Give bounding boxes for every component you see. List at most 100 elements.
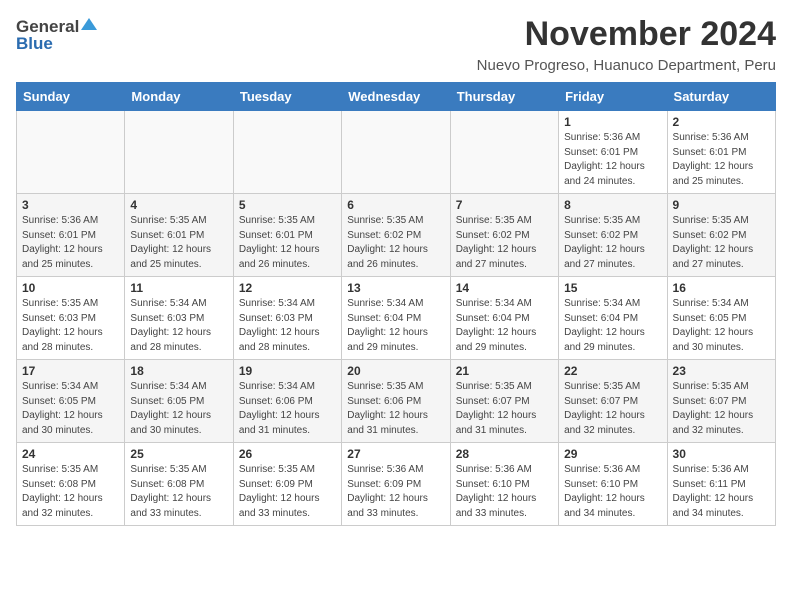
calendar-cell: 17 Sunrise: 5:34 AM Sunset: 6:05 PM Dayli… bbox=[17, 360, 125, 443]
page-header: General Blue November 2024 Nuevo Progres… bbox=[16, 16, 776, 74]
day-info: Sunrise: 5:36 AM Sunset: 6:10 PM Dayligh… bbox=[564, 463, 661, 521]
day-number: 23 bbox=[673, 364, 770, 378]
calendar-cell: 27 Sunrise: 5:36 AM Sunset: 6:09 PM Dayli… bbox=[342, 443, 450, 526]
day-number: 9 bbox=[673, 198, 770, 212]
day-info: Sunrise: 5:34 AM Sunset: 6:03 PM Dayligh… bbox=[130, 297, 227, 355]
day-info: Sunrise: 5:35 AM Sunset: 6:08 PM Dayligh… bbox=[130, 463, 227, 521]
calendar-cell: 2 Sunrise: 5:36 AM Sunset: 6:01 PM Daylig… bbox=[667, 111, 775, 194]
calendar-cell: 14 Sunrise: 5:34 AM Sunset: 6:04 PM Dayli… bbox=[450, 277, 558, 360]
day-number: 28 bbox=[456, 447, 553, 461]
day-info: Sunrise: 5:34 AM Sunset: 6:03 PM Dayligh… bbox=[239, 297, 336, 355]
day-number: 13 bbox=[347, 281, 444, 295]
logo-blue: Blue bbox=[16, 34, 53, 54]
title-block: November 2024 Nuevo Progreso, Huanuco De… bbox=[477, 16, 776, 74]
calendar-cell: 29 Sunrise: 5:36 AM Sunset: 6:10 PM Dayli… bbox=[559, 443, 667, 526]
calendar-cell: 5Sunrise: 5:35 AM Sunset: 6:01 PM Daylig… bbox=[233, 194, 341, 277]
calendar-week-row: 17 Sunrise: 5:34 AM Sunset: 6:05 PM Dayli… bbox=[17, 360, 776, 443]
day-number: 14 bbox=[456, 281, 553, 295]
calendar-cell: 6 Sunrise: 5:35 AM Sunset: 6:02 PM Daylig… bbox=[342, 194, 450, 277]
calendar-header-row: SundayMondayTuesdayWednesdayThursdayFrid… bbox=[17, 83, 776, 111]
calendar-cell: 26 Sunrise: 5:35 AM Sunset: 6:09 PM Dayli… bbox=[233, 443, 341, 526]
day-info: Sunrise: 5:36 AM Sunset: 6:10 PM Dayligh… bbox=[456, 463, 553, 521]
day-number: 21 bbox=[456, 364, 553, 378]
day-number: 26 bbox=[239, 447, 336, 461]
day-number: 19 bbox=[239, 364, 336, 378]
day-number: 12 bbox=[239, 281, 336, 295]
day-info: Sunrise: 5:34 AM Sunset: 6:05 PM Dayligh… bbox=[22, 380, 119, 438]
day-info: Sunrise: 5:35 AM Sunset: 6:07 PM Dayligh… bbox=[564, 380, 661, 438]
day-number: 27 bbox=[347, 447, 444, 461]
col-header-monday: Monday bbox=[125, 83, 233, 111]
calendar-cell: 10 Sunrise: 5:35 AM Sunset: 6:03 PM Dayli… bbox=[17, 277, 125, 360]
day-number: 11 bbox=[130, 281, 227, 295]
day-number: 2 bbox=[673, 115, 770, 129]
day-info: Sunrise: 5:35 AM Sunset: 6:08 PM Dayligh… bbox=[22, 463, 119, 521]
day-info: Sunrise: 5:36 AM Sunset: 6:09 PM Dayligh… bbox=[347, 463, 444, 521]
day-info: Sunrise: 5:35 AM Sunset: 6:03 PM Dayligh… bbox=[22, 297, 119, 355]
day-info: Sunrise: 5:36 AM Sunset: 6:01 PM Dayligh… bbox=[673, 131, 770, 189]
col-header-tuesday: Tuesday bbox=[233, 83, 341, 111]
calendar-cell: 21 Sunrise: 5:35 AM Sunset: 6:07 PM Dayli… bbox=[450, 360, 558, 443]
calendar-cell: 22Sunrise: 5:35 AM Sunset: 6:07 PM Dayli… bbox=[559, 360, 667, 443]
day-number: 30 bbox=[673, 447, 770, 461]
calendar-cell: 3 Sunrise: 5:36 AM Sunset: 6:01 PM Daylig… bbox=[17, 194, 125, 277]
calendar-cell: 30 Sunrise: 5:36 AM Sunset: 6:11 PM Dayli… bbox=[667, 443, 775, 526]
calendar-cell: 28 Sunrise: 5:36 AM Sunset: 6:10 PM Dayli… bbox=[450, 443, 558, 526]
day-number: 24 bbox=[22, 447, 119, 461]
day-info: Sunrise: 5:34 AM Sunset: 6:04 PM Dayligh… bbox=[456, 297, 553, 355]
day-info: Sunrise: 5:35 AM Sunset: 6:02 PM Dayligh… bbox=[347, 214, 444, 272]
day-number: 18 bbox=[130, 364, 227, 378]
col-header-sunday: Sunday bbox=[17, 83, 125, 111]
day-number: 4 bbox=[130, 198, 227, 212]
calendar-week-row: 10 Sunrise: 5:35 AM Sunset: 6:03 PM Dayli… bbox=[17, 277, 776, 360]
day-number: 10 bbox=[22, 281, 119, 295]
calendar-cell: 25 Sunrise: 5:35 AM Sunset: 6:08 PM Dayli… bbox=[125, 443, 233, 526]
day-number: 25 bbox=[130, 447, 227, 461]
day-info: Sunrise: 5:34 AM Sunset: 6:06 PM Dayligh… bbox=[239, 380, 336, 438]
day-info: Sunrise: 5:35 AM Sunset: 6:02 PM Dayligh… bbox=[564, 214, 661, 272]
day-info: Sunrise: 5:36 AM Sunset: 6:01 PM Dayligh… bbox=[22, 214, 119, 272]
calendar-cell bbox=[125, 111, 233, 194]
location-title: Nuevo Progreso, Huanuco Department, Peru bbox=[477, 57, 776, 74]
day-number: 7 bbox=[456, 198, 553, 212]
logo-icon bbox=[81, 16, 97, 37]
calendar-table: SundayMondayTuesdayWednesdayThursdayFrid… bbox=[16, 82, 776, 526]
calendar-cell: 13 Sunrise: 5:34 AM Sunset: 6:04 PM Dayli… bbox=[342, 277, 450, 360]
day-number: 8 bbox=[564, 198, 661, 212]
calendar-cell bbox=[17, 111, 125, 194]
col-header-thursday: Thursday bbox=[450, 83, 558, 111]
day-info: Sunrise: 5:35 AM Sunset: 6:01 PM Dayligh… bbox=[130, 214, 227, 272]
calendar-cell: 24 Sunrise: 5:35 AM Sunset: 6:08 PM Dayli… bbox=[17, 443, 125, 526]
day-info: Sunrise: 5:35 AM Sunset: 6:01 PM Dayligh… bbox=[239, 214, 336, 272]
day-info: Sunrise: 5:36 AM Sunset: 6:11 PM Dayligh… bbox=[673, 463, 770, 521]
day-number: 3 bbox=[22, 198, 119, 212]
calendar-week-row: 24 Sunrise: 5:35 AM Sunset: 6:08 PM Dayli… bbox=[17, 443, 776, 526]
logo: General Blue bbox=[16, 16, 97, 54]
day-number: 1 bbox=[564, 115, 661, 129]
calendar-cell: 15 Sunrise: 5:34 AM Sunset: 6:04 PM Dayli… bbox=[559, 277, 667, 360]
day-info: Sunrise: 5:35 AM Sunset: 6:06 PM Dayligh… bbox=[347, 380, 444, 438]
calendar-cell: 4 Sunrise: 5:35 AM Sunset: 6:01 PM Daylig… bbox=[125, 194, 233, 277]
day-info: Sunrise: 5:35 AM Sunset: 6:07 PM Dayligh… bbox=[456, 380, 553, 438]
calendar-cell: 19 Sunrise: 5:34 AM Sunset: 6:06 PM Dayli… bbox=[233, 360, 341, 443]
day-number: 29 bbox=[564, 447, 661, 461]
day-info: Sunrise: 5:34 AM Sunset: 6:05 PM Dayligh… bbox=[130, 380, 227, 438]
day-info: Sunrise: 5:35 AM Sunset: 6:09 PM Dayligh… bbox=[239, 463, 336, 521]
calendar-cell: 11 Sunrise: 5:34 AM Sunset: 6:03 PM Dayli… bbox=[125, 277, 233, 360]
day-number: 6 bbox=[347, 198, 444, 212]
col-header-saturday: Saturday bbox=[667, 83, 775, 111]
day-info: Sunrise: 5:36 AM Sunset: 6:01 PM Dayligh… bbox=[564, 131, 661, 189]
month-title: November 2024 bbox=[477, 16, 776, 53]
day-number: 15 bbox=[564, 281, 661, 295]
calendar-cell: 16Sunrise: 5:34 AM Sunset: 6:05 PM Dayli… bbox=[667, 277, 775, 360]
calendar-week-row: 1 Sunrise: 5:36 AM Sunset: 6:01 PM Daylig… bbox=[17, 111, 776, 194]
calendar-cell: 8 Sunrise: 5:35 AM Sunset: 6:02 PM Daylig… bbox=[559, 194, 667, 277]
day-info: Sunrise: 5:35 AM Sunset: 6:02 PM Dayligh… bbox=[673, 214, 770, 272]
calendar-cell bbox=[233, 111, 341, 194]
day-number: 17 bbox=[22, 364, 119, 378]
calendar-cell bbox=[450, 111, 558, 194]
col-header-friday: Friday bbox=[559, 83, 667, 111]
calendar-cell: 1 Sunrise: 5:36 AM Sunset: 6:01 PM Daylig… bbox=[559, 111, 667, 194]
day-info: Sunrise: 5:34 AM Sunset: 6:04 PM Dayligh… bbox=[347, 297, 444, 355]
day-info: Sunrise: 5:34 AM Sunset: 6:04 PM Dayligh… bbox=[564, 297, 661, 355]
